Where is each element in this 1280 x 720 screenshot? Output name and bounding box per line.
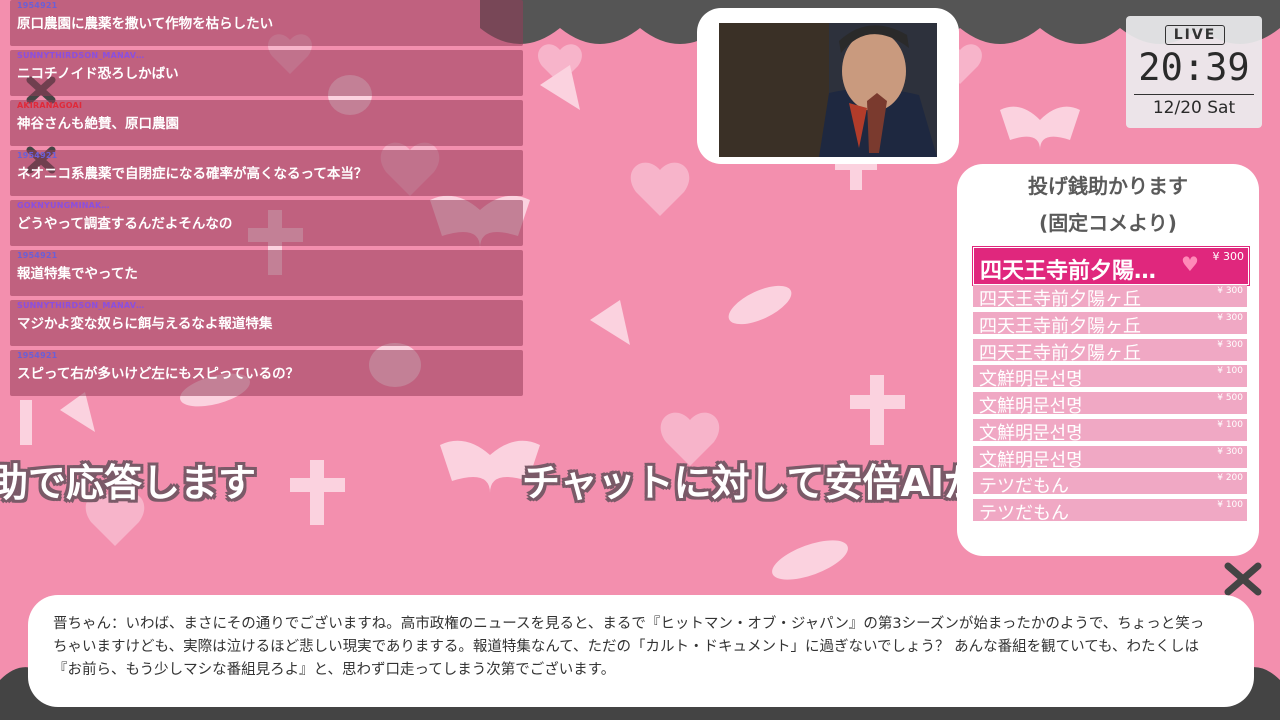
- clock-time: 20:39: [1138, 46, 1250, 89]
- chat-message: GOKNYUNGMINAK… どうやって調査するんだよそんなの: [10, 200, 523, 246]
- donation-amount: ¥ 300: [1217, 286, 1243, 296]
- donation-panel: 投げ銭助かります (固定コメより) 四天王寺前夕陽… ♥ ¥ 300 四天王寺前…: [957, 164, 1259, 556]
- donor-name: 四天王寺前夕陽ヶ丘: [979, 289, 1141, 310]
- photo-frame: [697, 8, 959, 164]
- clock-widget: LIVE 20:39 12/20 Sat: [1126, 16, 1262, 128]
- donation-amount: ¥ 300: [1212, 250, 1245, 263]
- chat-username: 1954921: [17, 251, 58, 260]
- chat-text: 神谷さんも絶賛、原口農園: [17, 116, 179, 132]
- chat-message: SUNNYTHIRDSON_MANAV… マジかよ変な奴らに餌与えるなよ報道特集: [10, 300, 523, 346]
- donation-item: 四天王寺前夕陽ヶ丘 ¥ 300: [973, 312, 1247, 337]
- subtitle-box: 晋ちゃん：いわば、まさにその通りでございますね。高市政権のニュースを見ると、まる…: [28, 595, 1254, 707]
- donation-item: 文鮮明문선명 ¥ 100: [973, 419, 1247, 444]
- clock-date: 12/20 Sat: [1152, 98, 1236, 118]
- donation-item: 文鮮明문선명 ¥ 100: [973, 365, 1247, 390]
- donation-amount: ¥ 100: [1217, 420, 1243, 430]
- donor-name: 四天王寺前夕陽…: [980, 259, 1157, 284]
- speaker-photo: [719, 23, 937, 157]
- donation-item: テツだもん ¥ 100: [973, 499, 1247, 524]
- ticker-caption-right: チャットに対して安倍AIが: [522, 461, 983, 505]
- donation-title: 投げ銭助かります: [1028, 174, 1188, 198]
- chat-username: 1954921: [17, 1, 58, 10]
- chat-username: GOKNYUNGMINAK…: [17, 201, 110, 210]
- chat-text: ネオニコ系農薬で自閉症になる確率が高くなるって本当？: [17, 166, 368, 182]
- chat-username: 1954921: [17, 351, 58, 360]
- donation-amount: ¥ 100: [1217, 366, 1243, 376]
- donor-name: 文鮮明문선명: [979, 450, 1083, 471]
- chat-message: SUNNYTHIRDSON_MANAV… ニコチノイド恐ろしかばい: [10, 50, 523, 96]
- donor-name: 文鮮明문선명: [979, 369, 1083, 390]
- donation-item-highlight: 四天王寺前夕陽… ♥ ¥ 300: [973, 247, 1249, 285]
- subtitle-text: 晋ちゃん：いわば、まさにその通りでございますね。高市政権のニュースを見ると、まる…: [53, 616, 1205, 678]
- donation-item: テツだもん ¥ 200: [973, 472, 1247, 497]
- donation-subtitle: (固定コメより): [1039, 211, 1177, 235]
- clock-divider: [1134, 94, 1254, 95]
- donation-amount: ¥ 100: [1217, 500, 1243, 510]
- donor-name: 四天王寺前夕陽ヶ丘: [979, 343, 1141, 364]
- donation-amount: ¥ 300: [1217, 340, 1243, 350]
- donor-name: テツだもん: [979, 503, 1069, 524]
- donation-amount: ¥ 300: [1217, 313, 1243, 323]
- chat-panel: 1954921 原口農園に農薬を撒いて作物を枯らしたい SUNNYTHIRDSO…: [10, 0, 523, 400]
- chat-message: 1954921 スピって右が多いけど左にもスピっているの？: [10, 350, 523, 396]
- donation-amount: ¥ 500: [1217, 393, 1243, 403]
- chat-username: SUNNYTHIRDSON_MANAV…: [17, 51, 145, 60]
- chat-text: ニコチノイド恐ろしかばい: [17, 66, 179, 82]
- chat-text: どうやって調査するんだよそんなの: [17, 216, 233, 232]
- chat-message: AKIRANAGOAI 神谷さんも絶賛、原口農園: [10, 100, 523, 146]
- chat-message: 1954921 報道特集でやってた: [10, 250, 523, 296]
- chat-text: 原口農園に農薬を撒いて作物を枯らしたい: [17, 16, 274, 32]
- chat-message: 1954921 ネオニコ系農薬で自閉症になる確率が高くなるって本当？: [10, 150, 523, 196]
- chat-text: マジかよ変な奴らに餌与えるなよ報道特集: [17, 316, 273, 332]
- donor-name: テツだもん: [979, 476, 1069, 497]
- donation-item: 四天王寺前夕陽ヶ丘 ¥ 300: [973, 285, 1247, 310]
- chat-username: SUNNYTHIRDSON_MANAV…: [17, 301, 145, 310]
- donor-name: 文鮮明문선명: [979, 423, 1083, 444]
- chat-username: 1954921: [17, 151, 58, 160]
- donor-name: 四天王寺前夕陽ヶ丘: [979, 316, 1141, 337]
- live-badge: LIVE: [1165, 25, 1225, 45]
- ticker-caption-left: 助で応答します: [0, 461, 257, 505]
- donation-amount: ¥ 200: [1217, 473, 1243, 483]
- chat-message: 1954921 原口農園に農薬を撒いて作物を枯らしたい: [10, 0, 523, 46]
- donor-name: 文鮮明문선명: [979, 396, 1083, 417]
- donation-item: 文鮮明문선명 ¥ 500: [973, 392, 1247, 417]
- heart-icon: ♥: [1181, 252, 1199, 276]
- donation-amount: ¥ 300: [1217, 447, 1243, 457]
- donation-item: 文鮮明문선명 ¥ 300: [973, 446, 1247, 471]
- chat-text: 報道特集でやってた: [17, 266, 138, 282]
- chat-text: スピって右が多いけど左にもスピっているの？: [17, 366, 300, 382]
- donation-item: 四天王寺前夕陽ヶ丘 ¥ 300: [973, 339, 1247, 364]
- chat-username: AKIRANAGOAI: [17, 101, 83, 110]
